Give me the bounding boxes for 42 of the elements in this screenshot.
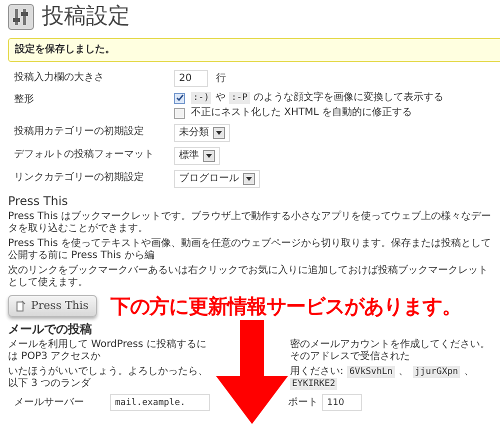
checkbox[interactable] [174,92,185,104]
annotation-text: 下の方に更新情報サービスがあります。 [110,294,462,318]
code-snippet: 6VkSvhLn [347,366,395,378]
mail-server-field[interactable]: mail.example. [110,394,210,411]
section-heading: メールでの投稿 [8,322,93,336]
setting-label: 投稿用カテゴリーの初期設定 [14,124,145,138]
description-text: Press This はブックマークレットです。ブラウザ上で動作する小さなアプリを使ってウェブ上の様々なデータを取り込むことができます。 [8,211,492,235]
down-arrow-icon [216,320,288,424]
checkbox[interactable] [174,108,185,118]
setting-label: 投稿入力欄の大きさ [14,70,105,84]
description-text: メールを利用して WordPress に投稿するには POP3 アクセスか [8,339,208,363]
option-text: 密のメールアカウントを作成してください。そのアドレスで受信された [290,339,491,363]
notice-bar: 設定を保存しました。 [8,38,500,62]
description-text: 次のリンクをブックマークバーあるいは右クリックでお気に入りに追加しておけば投稿ブックマークレットとして使えます。 [8,265,489,289]
code-snippet: :-P [229,92,250,104]
code-snippet: EYKIRKE2 [290,378,338,390]
setting-label: リンクカテゴリーの初期設定 [14,170,145,184]
setting-label: 整形 [14,93,35,106]
code-snippet: :-) [191,92,212,104]
page-title: 投稿設定 [42,3,130,31]
section-heading: Press This [8,194,69,208]
option-text: 不正にネスト化した XHTML を自動的に修正する [191,107,412,119]
setting-label: デフォルトの投稿フォーマット [14,148,155,161]
field-label: メールサーバー [14,396,85,408]
option-text: のような顔文字を画像に変換して表示する [254,92,444,104]
document-icon [16,300,26,312]
code-snippet: jjurGXpn [412,366,460,378]
number-field[interactable]: 20 [174,70,208,87]
settings-icon [8,4,34,30]
option-text: 、 [398,366,409,378]
option-text: 、 [464,366,474,378]
description-text: いたほうがいいでしょう。よろしかったら、以下 3 つのランダ [8,366,209,390]
option-text: 用ください: [290,366,344,378]
select-dropdown[interactable]: ブログロール [174,170,260,188]
description-text: Press This を使ってテキストや画像、動画を任意のウェブページから切り取ります。保存または投稿として公開する前に Press This から編 [8,238,492,262]
option-text: や [215,92,226,104]
port-field[interactable]: 110 [322,394,362,411]
unit-label: 行 [216,72,226,84]
field-label: ポート [288,396,318,408]
select-dropdown[interactable]: 標準 [174,147,220,165]
press-this-button[interactable]: Press This [8,295,97,317]
select-dropdown[interactable]: 未分類 [174,124,230,142]
